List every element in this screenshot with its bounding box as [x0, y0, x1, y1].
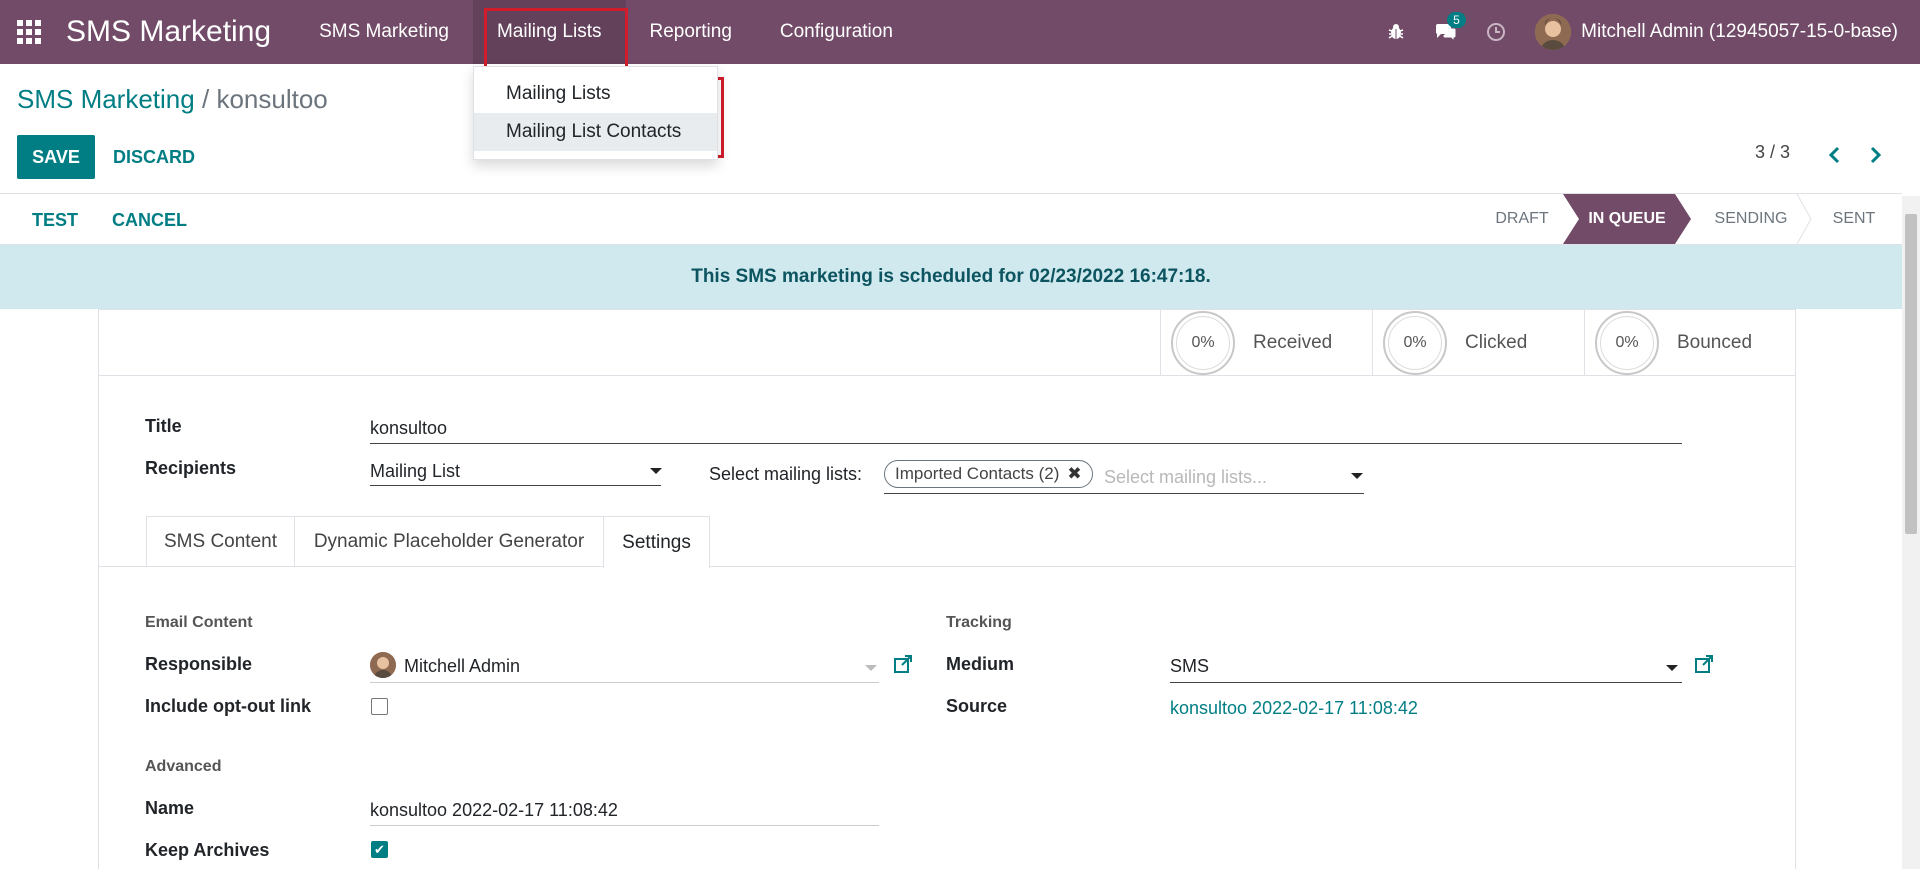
stat-received-label: Received	[1253, 332, 1333, 353]
mailing-lists-dropdown: Mailing Lists Mailing List Contacts	[473, 66, 718, 160]
user-avatar[interactable]	[1535, 14, 1572, 50]
responsible-avatar	[370, 652, 396, 678]
breadcrumb-parent[interactable]: SMS Marketing	[17, 84, 195, 114]
stat-clicked-pct: 0%	[1403, 334, 1427, 351]
breadcrumb: SMS Marketing / konsultoo	[17, 84, 328, 115]
recipients-select-underline	[370, 485, 661, 486]
stage-in-queue[interactable]: IN QUEUE	[1563, 194, 1691, 244]
pager-value[interactable]: 3 / 3	[1755, 142, 1790, 163]
medium-caret-icon[interactable]	[1666, 665, 1678, 671]
mailing-lists-caret-icon[interactable]	[1351, 473, 1363, 479]
optout-checkbox[interactable]	[371, 698, 388, 715]
advanced-section-title: Advanced	[145, 758, 222, 775]
name-label: Name	[145, 798, 195, 818]
select-mailing-lists-label: Select mailing lists:	[709, 464, 863, 484]
email-content-section-title: Email Content	[145, 614, 253, 631]
form-header: TEST CANCEL DRAFT IN QUEUE SENDING SENT	[0, 193, 1902, 245]
mailing-list-tag[interactable]: Imported Contacts (2) ✖	[884, 460, 1093, 488]
bug-icon[interactable]	[1371, 0, 1421, 64]
source-label: Source	[946, 696, 1008, 716]
source-link[interactable]: konsultoo 2022-02-17 11:08:42	[1170, 698, 1418, 719]
tag-remove-icon[interactable]: ✖	[1067, 464, 1081, 484]
stat-bounced-pct: 0%	[1615, 334, 1639, 351]
pager-previous-icon[interactable]	[1820, 140, 1850, 170]
stat-received-pct: 0%	[1191, 334, 1215, 351]
title-label: Title	[145, 416, 182, 436]
tracking-section-title: Tracking	[946, 614, 1012, 631]
title-input[interactable]: konsultoo	[370, 418, 447, 439]
stage-separator-icon	[1796, 194, 1812, 244]
keep-archives-checkbox[interactable]: ✔	[371, 841, 388, 858]
dropdown-item-mailing-lists[interactable]: Mailing Lists	[474, 75, 717, 113]
form-sheet: 0% Received 0% Clicked 0% Bounced Title …	[98, 309, 1796, 869]
mailing-list-tag-label: Imported Contacts (2)	[895, 464, 1060, 483]
bounced-progress-icon: 0%	[1595, 311, 1659, 375]
responsible-underline	[370, 682, 879, 683]
save-button[interactable]: SAVE	[17, 135, 95, 179]
stat-bounced-label: Bounced	[1677, 332, 1753, 353]
recipients-label: Recipients	[145, 458, 237, 478]
pager-next-icon[interactable]	[1860, 140, 1890, 170]
responsible-caret-icon[interactable]	[865, 665, 877, 671]
menu-sms-marketing[interactable]: SMS Marketing	[295, 0, 473, 64]
responsible-external-link-icon[interactable]	[893, 654, 913, 674]
menu-configuration[interactable]: Configuration	[756, 0, 917, 64]
stat-button-box: 0% Received 0% Clicked 0% Bounced	[99, 310, 1795, 376]
name-underline	[370, 825, 879, 826]
stat-clicked-label: Clicked	[1465, 332, 1528, 353]
stage-sending[interactable]: SENDING	[1696, 194, 1806, 244]
recipients-caret-icon[interactable]	[650, 468, 662, 474]
breadcrumb-current: konsultoo	[216, 84, 328, 114]
stage-draft[interactable]: DRAFT	[1480, 194, 1564, 244]
page-scrollbar[interactable]	[1902, 196, 1920, 869]
responsible-input[interactable]: Mitchell Admin	[404, 656, 520, 677]
medium-external-link-icon[interactable]	[1694, 654, 1714, 674]
app-brand[interactable]: SMS Marketing	[66, 15, 271, 49]
breadcrumb-separator: /	[201, 84, 210, 114]
title-input-underline	[370, 443, 1682, 444]
mailing-lists-input[interactable]: Select mailing lists...	[1104, 467, 1267, 488]
tab-settings[interactable]: Settings	[603, 516, 710, 568]
cancel-button[interactable]: CANCEL	[112, 194, 187, 246]
responsible-label: Responsible	[145, 654, 253, 674]
discard-button[interactable]: DISCARD	[113, 135, 195, 179]
menu-reporting[interactable]: Reporting	[626, 0, 756, 64]
stage-sent[interactable]: SENT	[1814, 194, 1894, 244]
optout-label: Include opt-out link	[145, 696, 311, 716]
mailing-lists-underline	[884, 493, 1364, 494]
form-tabs: SMS Content Dynamic Placeholder Generato…	[99, 516, 1795, 568]
tab-dynamic-placeholder-generator[interactable]: Dynamic Placeholder Generator	[294, 516, 604, 567]
top-navbar: SMS Marketing SMS Marketing Mailing List…	[0, 0, 1920, 64]
activity-clock-icon[interactable]	[1471, 0, 1521, 64]
stat-bounced[interactable]: 0% Bounced	[1584, 310, 1796, 376]
messages-badge: 5	[1447, 12, 1466, 28]
app-menu-icon[interactable]	[0, 0, 58, 64]
medium-label: Medium	[946, 654, 1015, 674]
messages-icon[interactable]: 5	[1421, 0, 1471, 64]
stat-received[interactable]: 0% Received	[1160, 310, 1372, 376]
name-input[interactable]: konsultoo 2022-02-17 11:08:42	[370, 800, 618, 821]
tab-sms-content[interactable]: SMS Content	[146, 516, 295, 567]
received-progress-icon: 0%	[1171, 311, 1235, 375]
scrollbar-thumb[interactable]	[1905, 214, 1917, 534]
menu-mailing-lists[interactable]: Mailing Lists	[472, 0, 626, 64]
user-name[interactable]: Mitchell Admin (12945057-15-0-base)	[1581, 21, 1898, 43]
clicked-progress-icon: 0%	[1383, 311, 1447, 375]
schedule-alert: This SMS marketing is scheduled for 02/2…	[0, 245, 1902, 309]
medium-select[interactable]: SMS	[1170, 656, 1209, 677]
medium-underline	[1170, 682, 1682, 683]
test-button[interactable]: TEST	[32, 194, 78, 246]
recipients-select[interactable]: Mailing List	[370, 461, 460, 482]
stat-clicked[interactable]: 0% Clicked	[1372, 310, 1584, 376]
keep-archives-label: Keep Archives	[145, 840, 270, 860]
dropdown-item-mailing-list-contacts[interactable]: Mailing List Contacts	[474, 113, 717, 151]
